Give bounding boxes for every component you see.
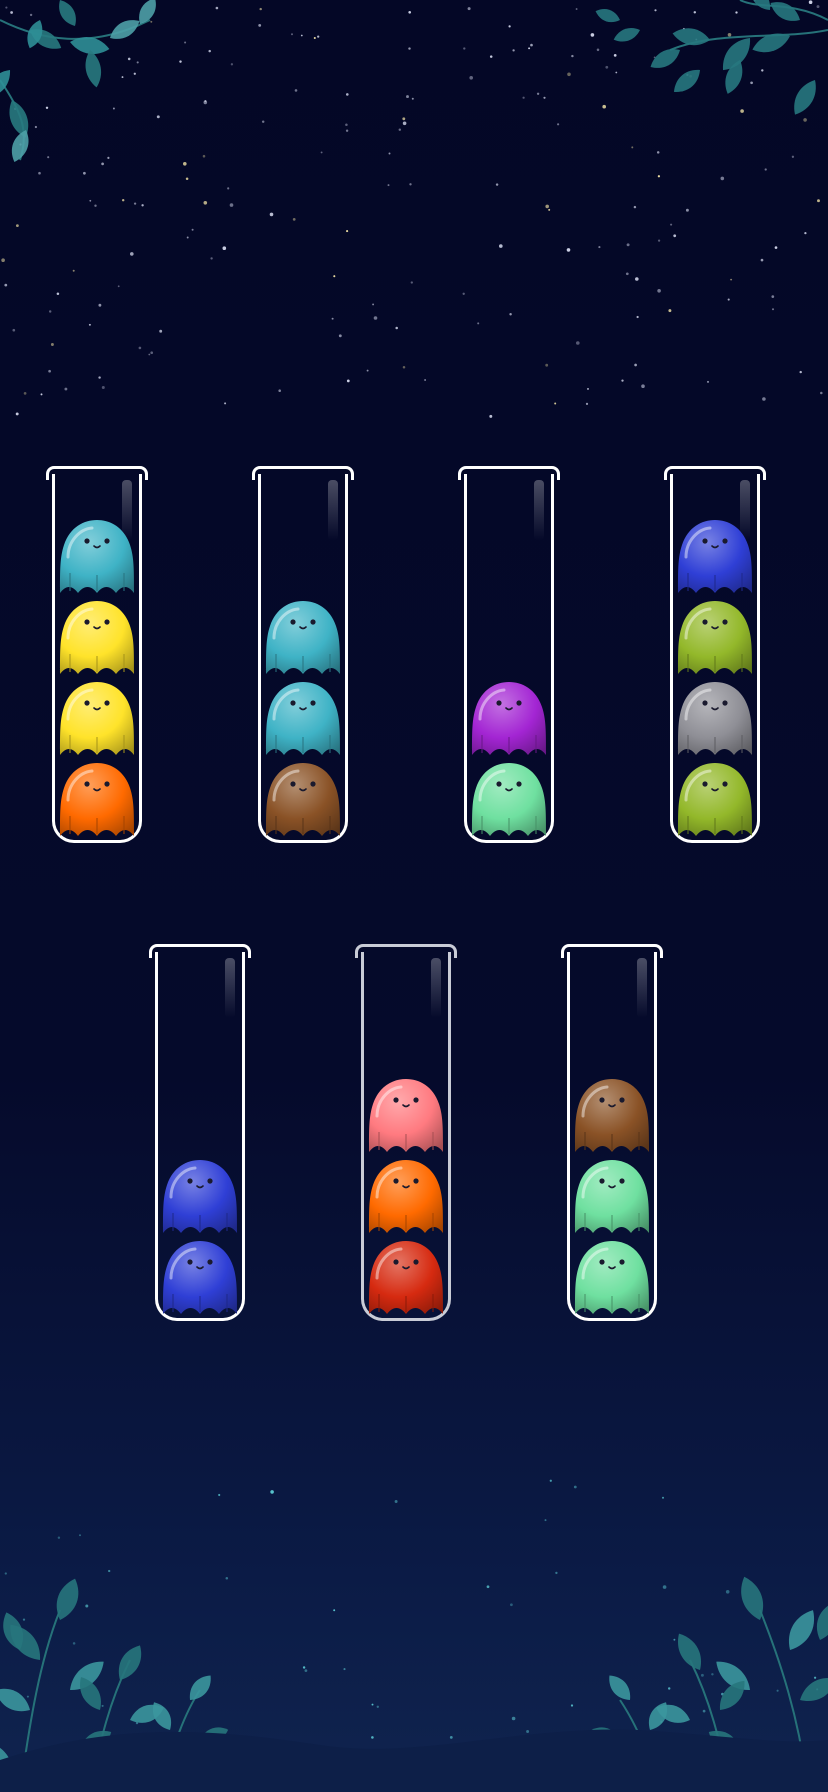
tube-1[interactable] [46, 466, 148, 845]
orange-ghost-icon [365, 1157, 447, 1237]
brown-ghost-icon [571, 1076, 653, 1156]
blue-ghost-icon [674, 517, 756, 597]
mint-ghost-icon [468, 760, 550, 840]
yellow-ghost-icon [56, 598, 138, 678]
olive-ghost-icon [674, 760, 756, 840]
brown-ghost-icon [262, 760, 344, 840]
tube-rim [561, 944, 663, 958]
tube-3[interactable] [458, 466, 560, 845]
red-ghost-icon [365, 1238, 447, 1318]
orange-ghost-icon [56, 760, 138, 840]
tube-5[interactable] [149, 944, 251, 1323]
gray-ghost-icon [674, 679, 756, 759]
tube-shine [225, 958, 235, 1018]
tube-board [0, 0, 828, 1792]
pink-ghost-icon [365, 1076, 447, 1156]
tube-rim [664, 466, 766, 480]
tube-shine [328, 480, 338, 540]
tube-shine [637, 958, 647, 1018]
tube-2[interactable] [252, 466, 354, 845]
teal-ghost-icon [56, 517, 138, 597]
teal-ghost-icon [262, 598, 344, 678]
olive-ghost-icon [674, 598, 756, 678]
tube-4[interactable] [664, 466, 766, 845]
tube-7[interactable] [561, 944, 663, 1323]
teal-ghost-icon [262, 679, 344, 759]
tube-rim [252, 466, 354, 480]
tube-rim [46, 466, 148, 480]
tube-rim [355, 944, 457, 958]
tube-rim [149, 944, 251, 958]
game-scene [0, 0, 828, 1792]
tube-rim [458, 466, 560, 480]
purple-ghost-icon [468, 679, 550, 759]
mint-ghost-icon [571, 1238, 653, 1318]
blue-ghost-icon [159, 1157, 241, 1237]
tube-6[interactable] [355, 944, 457, 1323]
tube-shine [534, 480, 544, 540]
blue-ghost-icon [159, 1238, 241, 1318]
tube-shine [431, 958, 441, 1018]
yellow-ghost-icon [56, 679, 138, 759]
mint-ghost-icon [571, 1157, 653, 1237]
